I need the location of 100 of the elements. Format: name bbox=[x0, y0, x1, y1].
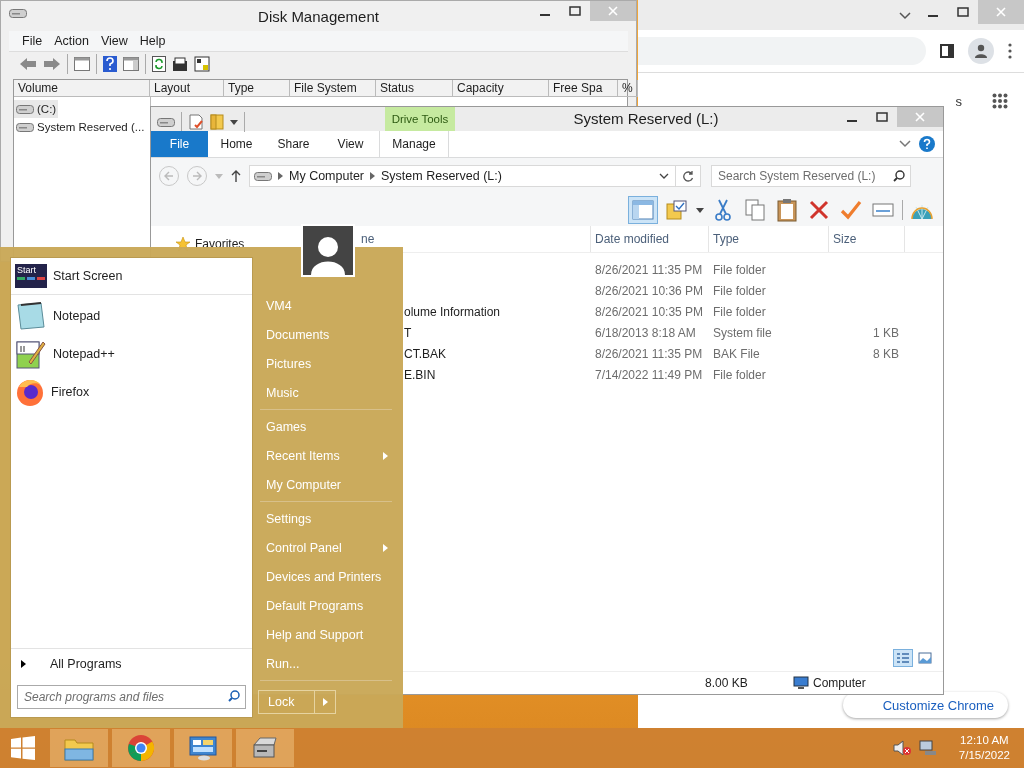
column-header[interactable]: Size bbox=[829, 226, 905, 252]
scissors-icon bbox=[714, 199, 732, 221]
contextual-tab-label: Drive Tools bbox=[385, 107, 455, 131]
user-avatar[interactable] bbox=[301, 224, 355, 277]
pinned-program[interactable]: Notepad bbox=[11, 297, 252, 335]
file-date: 8/26/2021 10:35 PM bbox=[594, 304, 705, 319]
person-silhouette-icon bbox=[310, 235, 346, 275]
menu-item[interactable]: View bbox=[95, 33, 133, 49]
ribbon-tab[interactable]: View bbox=[322, 131, 379, 157]
breadcrumb-item[interactable]: My Computer bbox=[289, 169, 365, 183]
menu-label: Documents bbox=[266, 327, 330, 342]
column-header[interactable]: Date modified bbox=[591, 226, 709, 252]
minimize-icon bbox=[540, 14, 550, 16]
search-field[interactable]: Search programs and files bbox=[17, 685, 246, 709]
address-field[interactable] bbox=[638, 37, 926, 65]
ribbon-tab[interactable]: Home bbox=[208, 131, 265, 157]
file-name: CT.BAK bbox=[403, 346, 447, 361]
drive-list-item[interactable]: (C:) bbox=[14, 100, 59, 118]
chrome-icon[interactable] bbox=[127, 734, 155, 762]
console-tree-icon[interactable] bbox=[74, 57, 90, 71]
drive-list-item[interactable]: System Reserved (... bbox=[14, 118, 147, 136]
properties-icon[interactable] bbox=[172, 56, 188, 72]
layout-button[interactable] bbox=[628, 196, 658, 224]
up-arrow-icon[interactable] bbox=[231, 170, 241, 182]
speaker-muted-icon[interactable] bbox=[892, 740, 911, 756]
large-icons-button[interactable] bbox=[915, 649, 935, 667]
checkmark-icon bbox=[840, 200, 862, 220]
program-label: Notepad++ bbox=[53, 347, 115, 361]
help-icon[interactable] bbox=[103, 56, 117, 72]
minimize-icon bbox=[928, 15, 938, 17]
column-header[interactable]: Type bbox=[224, 80, 290, 97]
menu-item[interactable]: Action bbox=[49, 33, 94, 49]
details-view-button[interactable] bbox=[893, 649, 913, 667]
paste-button[interactable] bbox=[774, 196, 800, 224]
chevron-down-icon[interactable] bbox=[659, 173, 669, 179]
menu-item[interactable]: File bbox=[17, 33, 48, 49]
menu-label: Music bbox=[266, 385, 299, 400]
folder-check-icon bbox=[666, 200, 688, 220]
drive-icon bbox=[16, 104, 34, 114]
help-icon[interactable] bbox=[919, 136, 935, 152]
taskbar-app-button[interactable] bbox=[174, 729, 232, 767]
refresh-icon[interactable] bbox=[152, 56, 166, 72]
ribbon-tab[interactable]: File bbox=[151, 131, 208, 157]
all-programs-label: All Programs bbox=[50, 657, 122, 671]
submenu-arrow-icon bbox=[383, 451, 388, 460]
profile-avatar[interactable] bbox=[968, 38, 994, 64]
column-header[interactable]: Status bbox=[376, 80, 453, 97]
back-arrow-icon[interactable] bbox=[19, 57, 37, 71]
ribbon-tab[interactable]: Share bbox=[265, 131, 322, 157]
dropdown-caret-icon[interactable] bbox=[696, 207, 704, 213]
menu-label: Pictures bbox=[266, 356, 312, 371]
column-header[interactable]: Capacity bbox=[453, 80, 549, 97]
address-field[interactable]: My Computer System Reserved (L:) bbox=[249, 165, 701, 187]
column-header[interactable]: Layout bbox=[150, 80, 224, 97]
apps-grid-icon[interactable] bbox=[992, 93, 1008, 109]
notepad-icon bbox=[15, 301, 47, 331]
search-icon bbox=[893, 170, 905, 182]
start-screen-icon: Start bbox=[15, 264, 47, 288]
menu-label: My Computer bbox=[266, 477, 342, 492]
chevron-down-icon[interactable] bbox=[899, 140, 911, 148]
dropdown-caret-icon[interactable] bbox=[230, 119, 238, 125]
taskbar-app-button[interactable] bbox=[236, 729, 294, 767]
taskbar-app-button[interactable] bbox=[50, 729, 108, 767]
menu-label: Run... bbox=[266, 656, 300, 671]
column-header[interactable]: % bbox=[618, 80, 638, 97]
column-header[interactable]: Type bbox=[709, 226, 829, 252]
column-header[interactable]: Free Spa bbox=[549, 80, 618, 97]
network-icon[interactable] bbox=[918, 740, 937, 756]
control-panel-icon[interactable] bbox=[188, 735, 218, 761]
window-title: System Reserved (L:) bbox=[572, 109, 720, 127]
drive-icon bbox=[157, 117, 175, 127]
search-field[interactable]: Search System Reserved (L:) bbox=[711, 165, 911, 187]
maximize-icon bbox=[569, 6, 581, 16]
action-pane-icon[interactable] bbox=[123, 57, 139, 71]
file-name: E.BIN bbox=[403, 367, 437, 382]
ribbon-tab[interactable]: Manage bbox=[379, 131, 449, 157]
column-header[interactable]: Volume bbox=[14, 80, 150, 97]
link-text[interactable]: s bbox=[955, 93, 962, 109]
menu-label: Settings bbox=[266, 511, 312, 526]
menu-label: Help and Support bbox=[266, 627, 364, 642]
column-header[interactable]: File System bbox=[290, 80, 376, 97]
file-type: File folder bbox=[712, 283, 767, 298]
side-panel-icon[interactable] bbox=[940, 44, 954, 58]
taskbar-app-button[interactable] bbox=[112, 729, 170, 767]
firefox-icon bbox=[15, 377, 45, 407]
disk-drive-icon[interactable] bbox=[250, 735, 280, 761]
forward-arrow-icon[interactable] bbox=[43, 57, 61, 71]
menu-label: Recent Items bbox=[266, 448, 340, 463]
pinned-program[interactable]: Firefox bbox=[11, 373, 252, 411]
selection-size: 8.00 KB bbox=[705, 676, 749, 690]
menu-item[interactable]: Help bbox=[134, 33, 171, 49]
customize-chrome-button[interactable]: Customize Chrome bbox=[842, 692, 1008, 718]
pinned-program[interactable]: Start Start Screen bbox=[11, 258, 252, 295]
breadcrumb-item[interactable]: System Reserved (L:) bbox=[381, 169, 502, 183]
all-programs-item[interactable]: All Programs bbox=[11, 648, 252, 679]
submenu-arrow-icon bbox=[383, 543, 388, 552]
settings-icon[interactable] bbox=[194, 56, 210, 72]
pinned-program[interactable]: Notepad++ bbox=[11, 335, 252, 373]
menu-icon[interactable] bbox=[1008, 43, 1012, 59]
search-icon bbox=[228, 690, 240, 702]
